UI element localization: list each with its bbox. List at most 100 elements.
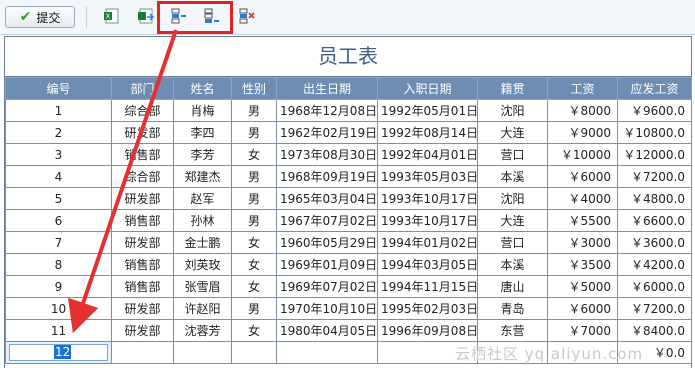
cell-gender[interactable]: 男 [231, 209, 277, 232]
cell-name[interactable]: 许赵阳 [173, 297, 232, 320]
cell-salary-due[interactable]: ￥7200.0 [617, 165, 692, 188]
cell-salary-due[interactable]: ￥3600.0 [617, 231, 692, 254]
cell-id[interactable]: 5 [5, 187, 112, 210]
cell-birthdate[interactable]: 1962年02月19日 [276, 121, 378, 144]
cell-hire-date[interactable]: 1996年09月08日 [377, 319, 478, 342]
cell-salary[interactable]: ￥10000 [547, 143, 618, 166]
cell-department[interactable]: 研发部 [111, 319, 174, 342]
cell-id[interactable]: 4 [5, 165, 112, 188]
cell-department[interactable]: 研发部 [111, 297, 174, 320]
cell-salary[interactable]: ￥6000 [547, 165, 618, 188]
cell-salary[interactable]: ￥7000 [547, 319, 618, 342]
col-header-hometown[interactable]: 籍贯 [477, 77, 548, 100]
cell-birthdate[interactable] [276, 341, 378, 364]
cell-hire-date[interactable]: 1994年11月15日 [377, 275, 478, 298]
cell-id[interactable]: 10 [5, 297, 112, 320]
cell-gender[interactable]: 女 [231, 275, 277, 298]
cell-name[interactable]: 李四 [173, 121, 232, 144]
excel-export-icon[interactable] [137, 7, 155, 25]
cell-id[interactable]: 1 [5, 99, 112, 122]
cell-name[interactable]: 赵军 [173, 187, 232, 210]
cell-name[interactable]: 沈蓉芳 [173, 319, 232, 342]
excel-import-icon[interactable]: X [103, 7, 121, 25]
table-row[interactable]: 3 销售部 李芳女 1973年08月30日 1992年04月01日 营口 ￥10000 ￥12… [5, 143, 692, 166]
cell-hire-date[interactable]: 1994年01月02日 [377, 231, 478, 254]
cell-department[interactable] [111, 341, 174, 364]
cell-gender[interactable]: 男 [231, 99, 277, 122]
cell-birthdate[interactable]: 1969年07月02日 [276, 275, 378, 298]
cell-hire-date[interactable]: 1992年08月14日 [377, 121, 478, 144]
col-header-birthdate[interactable]: 出生日期 [276, 77, 378, 100]
cell-id[interactable]: 12 [5, 341, 112, 364]
cell-hire-date[interactable]: 1995年02月03日 [377, 297, 478, 320]
cell-hire-date[interactable]: 1992年05月01日 [377, 99, 478, 122]
cell-birthdate[interactable]: 1973年08月30日 [276, 143, 378, 166]
cell-gender[interactable]: 女 [231, 231, 277, 254]
cell-hire-date[interactable]: 1994年03月05日 [377, 253, 478, 276]
cell-hometown[interactable]: 沈阳 [477, 99, 548, 122]
cell-id[interactable]: 2 [5, 121, 112, 144]
cell-gender[interactable]: 男 [231, 187, 277, 210]
cell-department[interactable]: 研发部 [111, 187, 174, 210]
cell-gender[interactable]: 男 [231, 165, 277, 188]
cell-salary-due[interactable]: ￥10800.0 [617, 121, 692, 144]
cell-birthdate[interactable]: 1980年04月05日 [276, 319, 378, 342]
table-row[interactable]: 7 研发部 金士鹏女 1960年05月29日 1994年01月02日 营口 ￥3000 ￥36… [5, 231, 692, 254]
cell-name[interactable]: 刘英玫 [173, 253, 232, 276]
col-header-id[interactable]: 编号 [5, 77, 112, 100]
col-header-department[interactable]: 部门 [111, 77, 174, 100]
cell-hire-date[interactable]: 1993年05月03日 [377, 165, 478, 188]
cell-hire-date[interactable]: 1993年10月17日 [377, 187, 478, 210]
cell-id[interactable]: 11 [5, 319, 112, 342]
cell-hometown[interactable]: 营口 [477, 143, 548, 166]
cell-salary[interactable]: ￥3000 [547, 231, 618, 254]
col-header-salary[interactable]: 工资 [547, 77, 618, 100]
cell-salary[interactable]: ￥6000 [547, 297, 618, 320]
submit-button[interactable]: ✔ 提交 [5, 6, 75, 28]
cell-birthdate[interactable]: 1967年07月02日 [276, 209, 378, 232]
cell-hometown[interactable]: 大连 [477, 121, 548, 144]
cell-birthdate[interactable]: 1960年05月29日 [276, 231, 378, 254]
cell-hometown[interactable]: 唐山 [477, 275, 548, 298]
id-edit-input[interactable]: 12 [9, 344, 108, 361]
delete-row-icon[interactable] [238, 7, 256, 25]
cell-hometown[interactable]: 大连 [477, 209, 548, 232]
cell-id[interactable]: 3 [5, 143, 112, 166]
cell-name[interactable]: 孙林 [173, 209, 232, 232]
cell-salary[interactable]: ￥5500 [547, 209, 618, 232]
col-header-name[interactable]: 姓名 [173, 77, 232, 100]
table-row[interactable]: 4 综合部 郑建杰男 1968年09月19日 1993年05月03日 本溪 ￥6000 ￥72… [5, 165, 692, 188]
cell-birthdate[interactable]: 1970年10月10日 [276, 297, 378, 320]
table-row[interactable]: 9 销售部 张雪眉女 1969年07月02日 1994年11月15日 唐山 ￥5000 ￥60… [5, 275, 692, 298]
cell-hometown[interactable]: 本溪 [477, 165, 548, 188]
cell-salary[interactable]: ￥8000 [547, 99, 618, 122]
cell-gender[interactable]: 女 [231, 253, 277, 276]
table-row[interactable]: 10 研发部 许赵阳男 1970年10月10日 1995年02月03日 青岛 ￥6000 ￥7… [5, 297, 692, 320]
table-row[interactable]: 6 销售部 孙林男 1967年07月02日 1993年10月17日 大连 ￥5500 ￥660… [5, 209, 692, 232]
cell-gender[interactable]: 男 [231, 121, 277, 144]
cell-salary-due[interactable]: ￥7200.0 [617, 297, 692, 320]
cell-department[interactable]: 销售部 [111, 209, 174, 232]
cell-salary-due[interactable]: ￥8400.0 [617, 319, 692, 342]
table-row[interactable]: 8 销售部 刘英玫女 1969年01月09日 1994年03月05日 本溪 ￥3500 ￥42… [5, 253, 692, 276]
col-header-gender[interactable]: 性别 [231, 77, 277, 100]
cell-name[interactable]: 肖梅 [173, 99, 232, 122]
cell-salary[interactable]: ￥4000 [547, 187, 618, 210]
cell-name[interactable]: 金士鹏 [173, 231, 232, 254]
cell-salary[interactable]: ￥9000 [547, 121, 618, 144]
cell-hometown[interactable]: 营口 [477, 231, 548, 254]
cell-department[interactable]: 销售部 [111, 275, 174, 298]
cell-salary-due[interactable]: ￥12000.0 [617, 143, 692, 166]
cell-birthdate[interactable]: 1965年03月04日 [276, 187, 378, 210]
cell-department[interactable]: 研发部 [111, 231, 174, 254]
table-row[interactable]: 11 研发部 沈蓉芳女 1980年04月05日 1996年09月08日 东营 ￥7000 ￥8… [5, 319, 692, 342]
cell-hometown[interactable]: 沈阳 [477, 187, 548, 210]
cell-department[interactable]: 研发部 [111, 121, 174, 144]
cell-salary-due[interactable]: ￥6000.0 [617, 275, 692, 298]
cell-salary-due[interactable]: ￥4800.0 [617, 187, 692, 210]
cell-birthdate[interactable]: 1968年09月19日 [276, 165, 378, 188]
cell-id[interactable]: 9 [5, 275, 112, 298]
cell-hometown[interactable]: 本溪 [477, 253, 548, 276]
cell-department[interactable]: 销售部 [111, 143, 174, 166]
cell-hire-date[interactable]: 1992年04月01日 [377, 143, 478, 166]
